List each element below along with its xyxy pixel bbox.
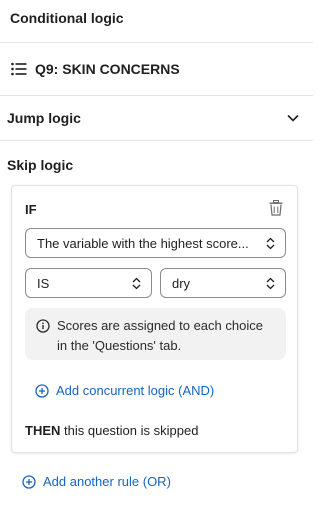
jump-logic-label: Jump logic (7, 110, 81, 126)
add-and-logic-button[interactable]: Add concurrent logic (AND) (35, 383, 214, 398)
jump-logic-toggle[interactable]: Jump logic (0, 96, 313, 141)
operator-select-value: IS (37, 275, 50, 291)
operator-select[interactable]: IS (25, 268, 152, 298)
value-select[interactable]: dry (160, 268, 286, 298)
skip-rule-card: IF The variable with the highest score..… (11, 185, 298, 453)
add-or-rule-button[interactable]: Add another rule (OR) (22, 474, 171, 489)
select-arrows-icon (266, 237, 275, 250)
info-text: Scores are assigned to each choice in th… (57, 318, 263, 353)
question-title: Q9: SKIN CONCERNS (35, 61, 180, 77)
conditional-logic-panel: Conditional logic Q9: SKIN CONCERNS Jump… (0, 0, 313, 510)
trash-icon[interactable] (269, 200, 283, 216)
chevron-down-icon[interactable] (287, 114, 299, 122)
variable-select-value: The variable with the highest score... (37, 235, 249, 251)
plus-circle-icon (35, 383, 49, 398)
panel-header: Conditional logic (0, 0, 313, 43)
plus-circle-icon (22, 474, 36, 489)
select-arrows-icon (266, 277, 275, 290)
value-select-value: dry (172, 275, 191, 291)
then-statement: THEN this question is skipped (25, 423, 198, 438)
then-text: this question is skipped (64, 423, 199, 438)
info-icon (36, 319, 50, 333)
if-label: IF (25, 202, 37, 217)
then-keyword: THEN (25, 423, 61, 438)
question-row: Q9: SKIN CONCERNS (0, 43, 313, 96)
select-arrows-icon (132, 277, 141, 290)
add-or-label: Add another rule (OR) (43, 474, 171, 489)
list-icon (11, 62, 27, 76)
panel-title: Conditional logic (10, 10, 124, 26)
add-and-label: Add concurrent logic (AND) (56, 383, 215, 398)
info-note: Scores are assigned to each choice in th… (25, 308, 286, 360)
skip-logic-title: Skip logic (7, 157, 74, 173)
variable-select[interactable]: The variable with the highest score... (25, 228, 286, 258)
